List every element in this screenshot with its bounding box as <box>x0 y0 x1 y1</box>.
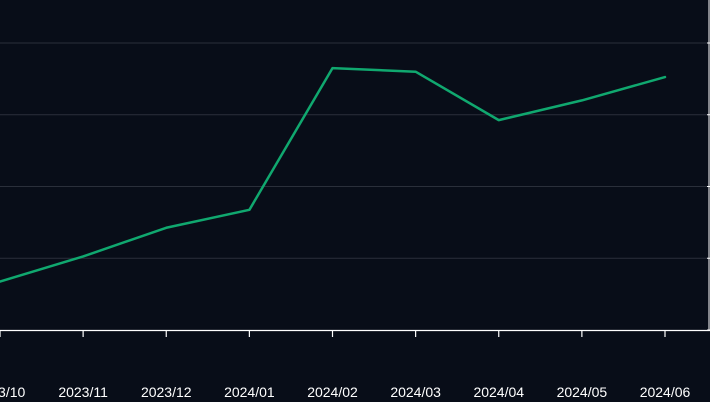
x-tick-label: 2024/03 <box>390 384 441 400</box>
x-tick-labels: 2023/10 2023/11 2023/12 2024/01 2024/02 2024/… <box>0 384 691 400</box>
x-tick-label: 2024/02 <box>307 384 358 400</box>
chart-background <box>0 0 710 402</box>
line-chart: 2023/10 2023/11 2023/12 2024/01 2024/02 2024/… <box>0 0 710 402</box>
x-tick-label: 2024/05 <box>557 384 608 400</box>
x-tick-label: 2024/01 <box>224 384 275 400</box>
x-tick-label: 2024/04 <box>473 384 524 400</box>
x-tick-label: 2023/11 <box>58 384 108 400</box>
x-tick-label: 2023/10 <box>0 384 26 400</box>
chart-canvas: 2023/10 2023/11 2023/12 2024/01 2024/02 2024/… <box>0 0 710 402</box>
x-tick-label: 2024/06 <box>640 384 691 400</box>
x-tick-label: 2023/12 <box>141 384 192 400</box>
